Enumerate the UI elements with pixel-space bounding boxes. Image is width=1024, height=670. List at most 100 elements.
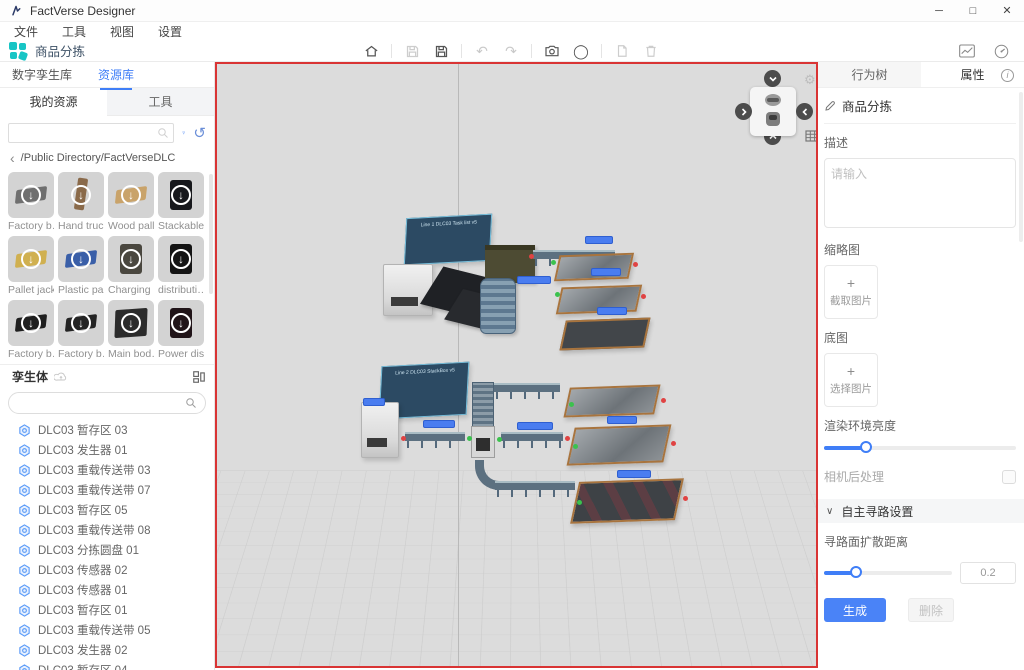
- delete-navmesh-button[interactable]: 删除: [908, 598, 954, 622]
- tab-resource-library[interactable]: 资源库: [98, 66, 134, 83]
- twin-item[interactable]: DLC03 传感器 01: [0, 580, 214, 600]
- save-button[interactable]: [403, 42, 421, 60]
- gauge-button[interactable]: [992, 42, 1010, 60]
- info-icon[interactable]: i: [1001, 69, 1014, 82]
- scrollbar[interactable]: [1019, 92, 1023, 242]
- viewport-grid-icon[interactable]: [805, 130, 818, 145]
- twin-item[interactable]: DLC03 重载传送带 08: [0, 520, 214, 540]
- generator-machine[interactable]: [383, 264, 433, 316]
- scrollbar[interactable]: [209, 174, 213, 294]
- asset-item[interactable]: ↓Plastic pal…: [58, 236, 104, 296]
- entity-label: [597, 307, 627, 315]
- close-button[interactable]: ✕: [990, 0, 1024, 22]
- redo-button[interactable]: ↷: [502, 42, 520, 60]
- choose-image-button[interactable]: + 选择图片: [824, 353, 878, 407]
- twin-item[interactable]: DLC03 传感器 02: [0, 560, 214, 580]
- menu-file[interactable]: 文件: [14, 23, 38, 40]
- spread-distance-label: 寻路面扩散距离: [824, 533, 1016, 550]
- asset-item[interactable]: ↓Hand truck: [58, 172, 104, 232]
- twin-item[interactable]: DLC03 重载传送带 07: [0, 480, 214, 500]
- conveyor-belt[interactable]: [405, 432, 465, 441]
- chart-button[interactable]: [958, 42, 976, 60]
- asset-item[interactable]: ↓Factory b…: [8, 172, 54, 232]
- maximize-button[interactable]: □: [956, 0, 990, 22]
- postprocess-checkbox[interactable]: [1002, 470, 1016, 484]
- nav-rotate-down-button[interactable]: [764, 70, 781, 87]
- capture-image-button[interactable]: + 截取图片: [824, 265, 878, 319]
- conveyor-belt[interactable]: [501, 432, 563, 441]
- twin-item[interactable]: DLC03 暂存区 04: [0, 660, 214, 670]
- tab-tools[interactable]: 工具: [107, 88, 214, 116]
- pathfinding-section-header[interactable]: ∨ 自主寻路设置: [818, 499, 1024, 523]
- brightness-slider[interactable]: [824, 446, 1016, 450]
- edit-pencil-icon[interactable]: [824, 100, 836, 112]
- generator-machine[interactable]: [361, 402, 399, 458]
- generate-button[interactable]: 生成: [824, 598, 886, 622]
- spread-distance-input[interactable]: [960, 562, 1016, 584]
- tab-my-resources[interactable]: 我的资源: [0, 88, 107, 116]
- tab-digital-twin-library[interactable]: 数字孪生库: [12, 66, 72, 83]
- nav-rotate-left-button[interactable]: [735, 103, 752, 120]
- conveyor-belt[interactable]: [494, 383, 560, 392]
- conveyor-belt[interactable]: [495, 481, 575, 490]
- menu-settings[interactable]: 设置: [158, 23, 182, 40]
- pallet-tray[interactable]: [567, 424, 672, 465]
- selected-object-title: 商品分拣: [842, 96, 892, 115]
- asset-item[interactable]: ↓Power dis…: [158, 300, 204, 360]
- viewport-3d[interactable]: Line 1 DLC03 Task list v5 Line 2 DLC03 S…: [215, 62, 818, 668]
- twin-item[interactable]: DLC03 分拣圆盘 01: [0, 540, 214, 560]
- menu-view[interactable]: 视图: [110, 23, 134, 40]
- spread-distance-slider[interactable]: [824, 571, 952, 575]
- transfer-machine[interactable]: [471, 426, 495, 458]
- billboard-line1[interactable]: Line 1 DLC03 Task list v5: [404, 214, 492, 266]
- asset-item[interactable]: ↓Pallet jack 2: [8, 236, 54, 296]
- undo-button[interactable]: ↶: [473, 42, 491, 60]
- twin-item[interactable]: DLC03 重载传送带 05: [0, 620, 214, 640]
- tab-behavior-tree[interactable]: 行为树: [818, 62, 921, 87]
- home-button[interactable]: [362, 42, 380, 60]
- slider-handle[interactable]: [860, 441, 872, 453]
- twin-icon: [18, 604, 31, 617]
- delete-button[interactable]: [642, 42, 660, 60]
- pallet-tray[interactable]: [563, 384, 660, 417]
- pallet-tray[interactable]: [559, 318, 650, 351]
- description-input[interactable]: [824, 158, 1016, 228]
- view-cube[interactable]: [750, 87, 796, 136]
- asset-item[interactable]: ↓Wood pallet: [108, 172, 154, 232]
- save-as-button[interactable]: [432, 42, 450, 60]
- asset-item[interactable]: ↓Main bod…: [108, 300, 154, 360]
- viewport-settings-icon[interactable]: ⚙: [804, 72, 816, 88]
- twin-item[interactable]: DLC03 发生器 02: [0, 640, 214, 660]
- twin-item[interactable]: DLC03 发生器 01: [0, 440, 214, 460]
- twin-item[interactable]: DLC03 暂存区 03: [0, 420, 214, 440]
- layout-toggle-icon[interactable]: [192, 370, 206, 384]
- twin-list: DLC03 暂存区 03 DLC03 发生器 01 DLC03 重载传送带 03…: [0, 418, 214, 670]
- asset-item[interactable]: ↓Charging …: [108, 236, 154, 296]
- copy-button[interactable]: [613, 42, 631, 60]
- pallet-tray[interactable]: [570, 478, 684, 524]
- filter-icon[interactable]: [182, 126, 185, 140]
- pallet-tray[interactable]: [554, 253, 634, 282]
- asset-item[interactable]: ↓Factory b…: [58, 300, 104, 360]
- slider-handle[interactable]: [850, 566, 862, 578]
- twin-item[interactable]: DLC03 暂存区 01: [0, 600, 214, 620]
- back-icon[interactable]: ‹: [10, 151, 15, 165]
- twin-search-input[interactable]: [17, 397, 185, 409]
- asset-item[interactable]: ↓Stackable…: [158, 172, 204, 232]
- nav-rotate-right-button[interactable]: [796, 103, 813, 120]
- menu-tools[interactable]: 工具: [62, 23, 86, 40]
- asset-item[interactable]: ↓distributi…: [158, 236, 204, 296]
- twin-item[interactable]: DLC03 暂存区 05: [0, 500, 214, 520]
- twin-icon: [18, 644, 31, 657]
- entity-label: [585, 236, 613, 244]
- asset-item[interactable]: ↓Factory b…: [8, 300, 54, 360]
- vertical-conveyor[interactable]: [472, 382, 494, 428]
- circle-select-button[interactable]: ◯: [572, 42, 590, 60]
- cloud-upload-icon[interactable]: [54, 371, 68, 382]
- minimize-button[interactable]: ─: [922, 0, 956, 22]
- twin-item[interactable]: DLC03 重载传送带 03: [0, 460, 214, 480]
- asset-search-input[interactable]: [15, 127, 157, 139]
- reset-icon[interactable]: ↺: [193, 126, 206, 141]
- spiral-conveyor[interactable]: [480, 278, 516, 334]
- camera-capture-button[interactable]: [543, 42, 561, 60]
